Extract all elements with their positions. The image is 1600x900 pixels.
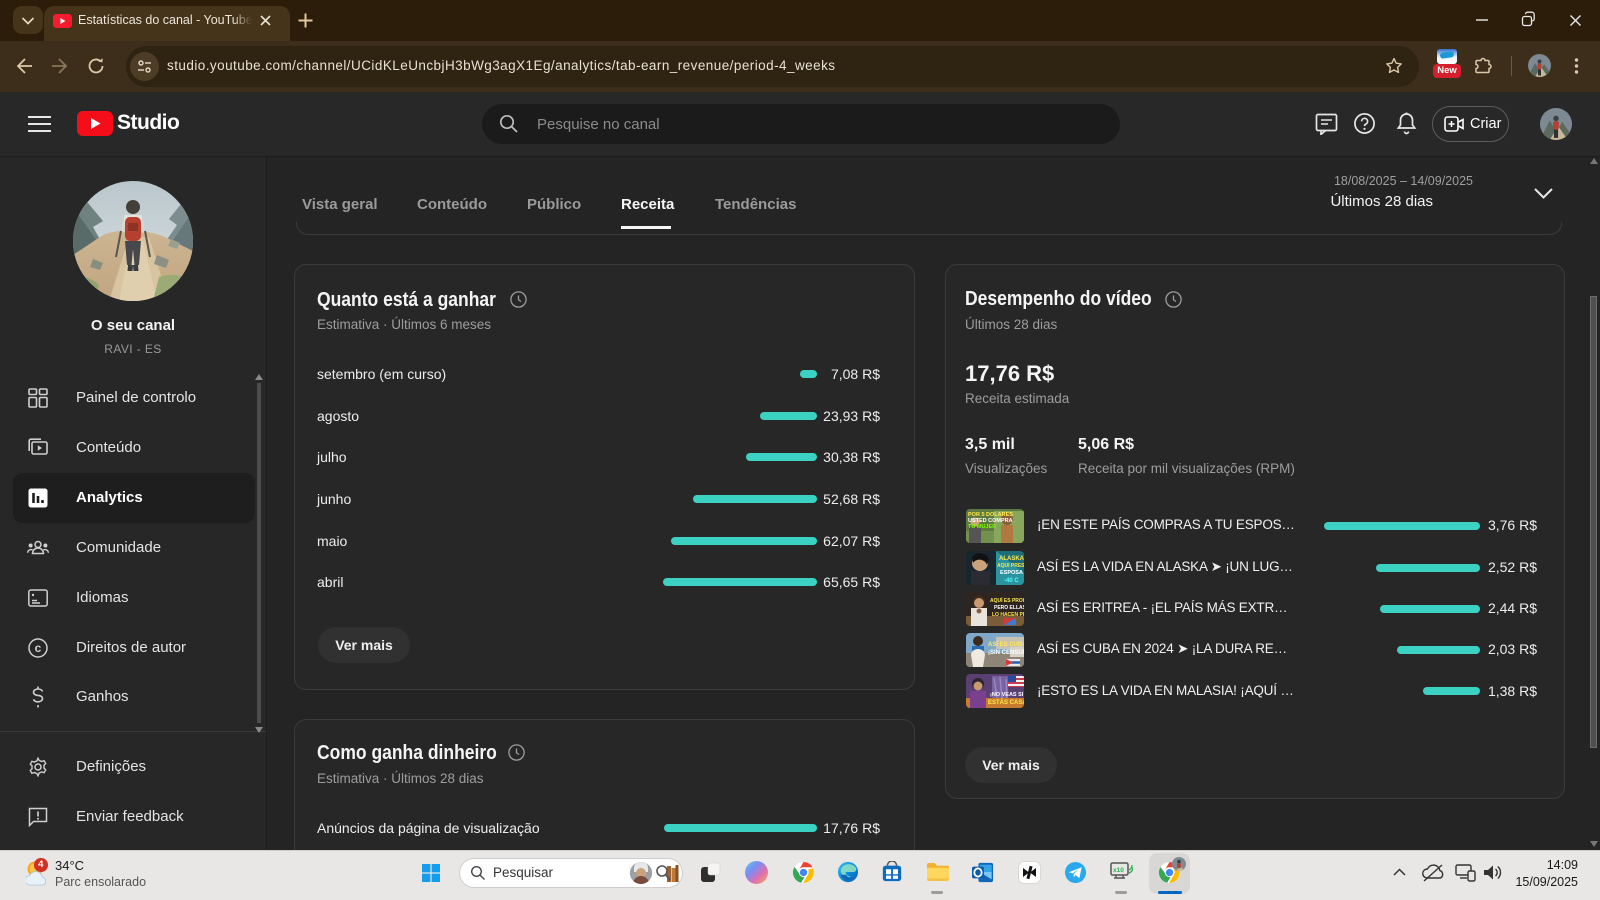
svg-text:LO HACEN PERVERS: LO HACEN PERVERS [992, 612, 1024, 618]
svg-text:¡SIN CENSURA!: ¡SIN CENSURA! [988, 650, 1024, 656]
svg-text:ESTÁS CASADO!: ESTÁS CASADO! [988, 699, 1024, 706]
svg-text:ALASKA: ALASKA [999, 556, 1024, 562]
svg-text:AQUI PRESTAR: AQUI PRESTAR [997, 563, 1024, 569]
svg-text:c: c [35, 641, 42, 655]
svg-text:TU MUJER: TU MUJER [968, 524, 996, 530]
svg-text:ESPOSA: ESPOSA [1000, 570, 1023, 576]
svg-text:PERO ELLAS: PERO ELLAS [994, 605, 1024, 611]
svg-text:-40 C: -40 C [1004, 578, 1019, 584]
svg-text:¡NO VEAS SI: ¡NO VEAS SI [990, 692, 1024, 698]
svg-text:x10: x10 [1113, 867, 1124, 874]
svg-text:ASÍ ES CUBA: ASÍ ES CUBA [988, 640, 1024, 648]
svg-text:AQUÍ ES PROHIBIDO: AQUÍ ES PROHIBIDO [990, 596, 1024, 604]
